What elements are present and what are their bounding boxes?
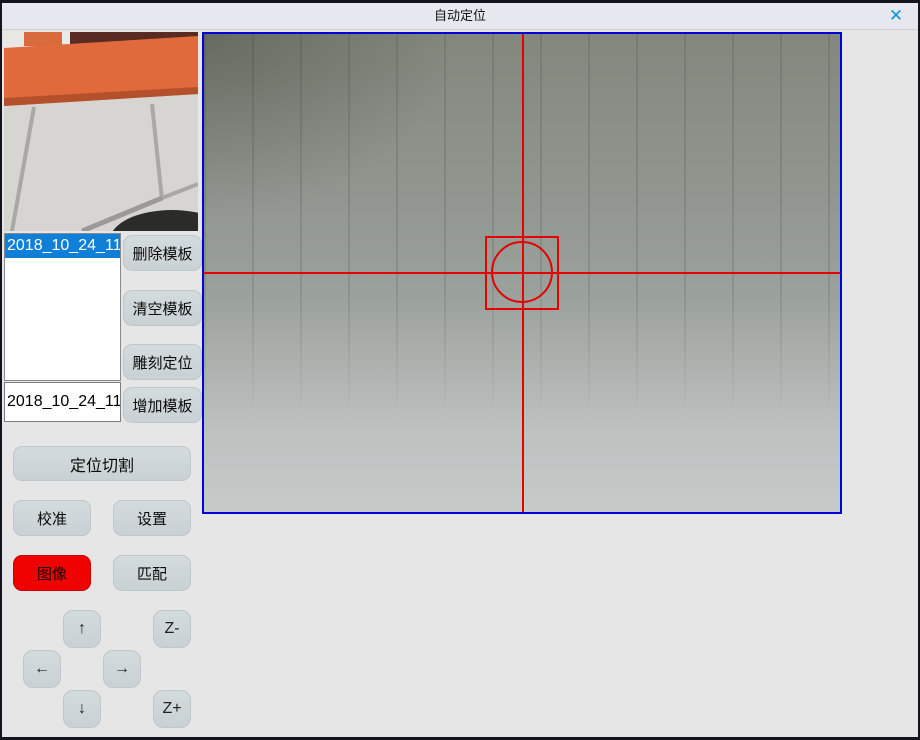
calibrate-button[interactable]: 校准 — [13, 500, 91, 536]
jog-z-plus-button[interactable]: Z+ — [153, 690, 191, 728]
jog-z-minus-button[interactable]: Z- — [153, 610, 191, 648]
match-button[interactable]: 匹配 — [113, 555, 191, 591]
close-icon[interactable]: ✕ — [884, 5, 908, 27]
add-template-button[interactable]: 增加模板 — [123, 387, 202, 423]
list-item[interactable]: 2018_10_24_11 — [5, 234, 120, 258]
delete-template-button[interactable]: 删除模板 — [123, 235, 202, 271]
jog-right-button[interactable]: → — [103, 650, 141, 688]
match-roi-circle — [491, 241, 553, 303]
engrave-position-button[interactable]: 雕刻定位 — [123, 344, 202, 380]
template-thumbnail — [4, 32, 198, 231]
template-name-input[interactable]: 2018_10_24_11 — [4, 382, 121, 422]
image-button[interactable]: 图像 — [13, 555, 91, 591]
title-bar: 自动定位 ✕ — [2, 3, 918, 30]
thumbnail-image — [4, 32, 198, 231]
page-title: 自动定位 — [2, 3, 918, 29]
template-list[interactable]: 2018_10_24_11 — [4, 233, 121, 381]
settings-button[interactable]: 设置 — [113, 500, 191, 536]
jog-down-button[interactable]: ↓ — [63, 690, 101, 728]
auto-position-dialog: 自动定位 ✕ 2018_10_24_11 2018_10_24_11 — [0, 0, 920, 740]
jog-left-button[interactable]: ← — [23, 650, 61, 688]
position-cut-button[interactable]: 定位切割 — [13, 446, 191, 481]
camera-view — [202, 32, 842, 514]
clear-template-button[interactable]: 清空模板 — [123, 290, 202, 326]
jog-up-button[interactable]: ↑ — [63, 610, 101, 648]
